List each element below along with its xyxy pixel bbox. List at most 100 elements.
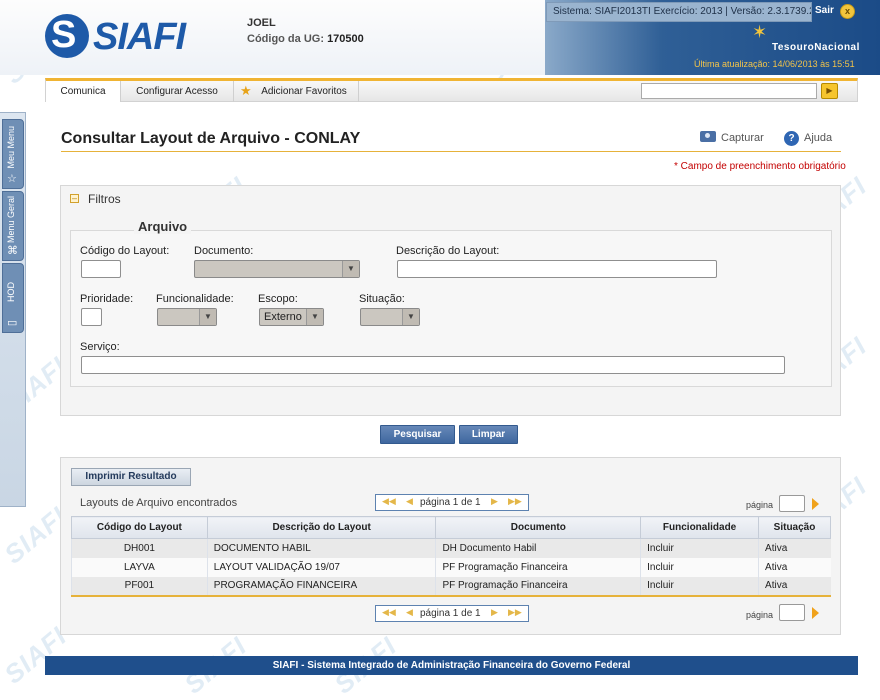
monitor-icon: ▭ [7,317,18,329]
go-page-icon[interactable] [812,498,819,510]
user-name: JOEL [247,17,276,29]
required-note: * Campo de preenchimento obrigatório [674,161,846,172]
col-header[interactable]: Documento [435,516,642,539]
side-tab-hod[interactable]: HOD ▭ [2,263,24,333]
col-header[interactable]: Situação [758,516,831,539]
codigo-field[interactable] [81,260,121,278]
page-label: página [746,500,774,510]
cell-descricao: PROGRAMAÇÃO FINANCEIRA [206,576,436,597]
cell-funcionalidade: Incluir [640,576,759,597]
menu-search-input[interactable] [641,83,817,99]
logout-icon[interactable]: x [840,4,855,19]
funcionalidade-label: Funcionalidade: [156,293,234,305]
descricao-field[interactable] [397,260,717,278]
table-row[interactable]: PF001 PROGRAMAÇÃO FINANCEIRA PF Programa… [71,576,831,597]
side-tab-meu-menu[interactable]: Meu Menu ☆ [2,119,24,189]
side-tabs: Meu Menu ☆ Menu Geral ⌘ HOD ▭ [0,112,26,507]
page-input[interactable] [779,604,805,621]
first-page-icon[interactable]: ◀◀ [382,607,396,618]
logo-text: SIAFI [93,16,186,58]
prev-page-icon[interactable]: ◀ [406,607,413,618]
chevron-down-icon: ▼ [199,309,216,325]
results-panel: Imprimir Resultado Layouts de Arquivo en… [60,457,841,635]
chevron-down-icon: ▼ [342,261,359,277]
menu-item-configurar-acesso[interactable]: Configurar Acesso [121,81,234,102]
sitemap-icon: ⌘ [7,245,18,257]
cell-documento: PF Programação Financeira [435,557,641,577]
search-button[interactable]: Pesquisar [380,425,455,444]
first-page-icon[interactable]: ◀◀ [382,496,396,507]
cell-codigo: PF001 [71,576,208,597]
side-tab-label: Menu Geral [6,196,16,244]
menu-bar: Comunica Configurar Acesso ★ Adicionar F… [45,78,858,102]
side-tab-menu-geral[interactable]: Menu Geral ⌘ [2,191,24,261]
escopo-label: Escopo: [258,293,298,305]
results-table: Código do Layout Descrição do Layout Doc… [71,516,831,597]
chevron-down-icon: ▼ [306,309,323,325]
logo-s-mark: S [51,14,77,56]
descricao-label: Descrição do Layout: [396,245,500,257]
cell-descricao: LAYOUT VALIDAÇÃO 19/07 [206,557,436,577]
collapse-icon[interactable]: – [70,194,79,203]
prioridade-field[interactable] [81,308,102,326]
star-icon: ★ [240,83,252,98]
pager-text: página 1 de 1 [420,497,481,508]
capture-button[interactable]: Capturar [700,131,764,144]
results-caption: Layouts de Arquivo encontrados [80,497,238,509]
search-go-button[interactable]: ▶ [821,83,838,99]
table-row[interactable]: DH001 DOCUMENTO HABIL DH Documento Habil… [71,538,831,558]
camera-icon [700,131,716,142]
cell-codigo: LAYVA [71,557,208,577]
page-title: Consultar Layout de Arquivo - CONLAY [61,130,361,147]
side-tab-label: HOD [6,282,16,302]
tesouro-star-icon: ✶ [752,22,768,42]
documento-label: Documento: [194,245,254,257]
escopo-value: Externo [264,311,302,323]
menu-item-label: Adicionar Favoritos [261,86,347,97]
prioridade-label: Prioridade: [80,293,134,305]
menu-item-adicionar-favoritos[interactable]: ★ Adicionar Favoritos [234,81,359,102]
filters-header[interactable]: – Filtros [61,186,840,212]
prev-page-icon[interactable]: ◀ [406,496,413,507]
help-label: Ajuda [804,132,833,144]
situacao-select[interactable]: ▼ [360,308,420,326]
col-header[interactable]: Funcionalidade [640,516,760,539]
escopo-select[interactable]: Externo ▼ [259,308,324,326]
footer: SIAFI - Sistema Integrado de Administraç… [45,656,858,675]
menu-item-comunica[interactable]: Comunica [46,81,121,102]
tesouro-brand: TesouroNacional [772,42,860,53]
siafi-logo: S SIAFI [45,14,190,62]
last-page-icon[interactable]: ▶▶ [508,607,522,618]
col-header[interactable]: Código do Layout [71,516,208,539]
title-divider [61,151,841,152]
col-header[interactable]: Descrição do Layout [206,516,437,539]
filters-panel: – Filtros Código do Layout: Documento: ▼… [60,185,841,416]
last-page-icon[interactable]: ▶▶ [508,496,522,507]
help-button[interactable]: ? Ajuda [784,131,832,146]
cell-situacao: Ativa [758,538,831,558]
cell-codigo: DH001 [71,538,208,558]
table-row[interactable]: LAYVA LAYOUT VALIDAÇÃO 19/07 PF Programa… [71,557,831,577]
funcionalidade-select[interactable]: ▼ [157,308,217,326]
table-header-row: Código do Layout Descrição do Layout Doc… [71,516,831,539]
print-results-button[interactable]: Imprimir Resultado [71,468,191,486]
help-icon: ? [784,131,799,146]
documento-select[interactable]: ▼ [194,260,360,278]
header: S SIAFI JOEL Código da UG: 170500 Sistem… [0,0,880,75]
servico-field[interactable] [81,356,785,374]
page-input[interactable] [779,495,805,512]
codigo-label: Código do Layout: [80,245,170,257]
ug-info: Código da UG: 170500 [247,33,364,45]
clear-button[interactable]: Limpar [459,425,518,444]
cell-documento: DH Documento Habil [435,538,641,558]
next-page-icon[interactable]: ▶ [491,607,498,618]
cell-situacao: Ativa [758,576,831,597]
logout-link[interactable]: Sair [815,5,834,16]
system-info: Sistema: SIAFI2013TI Exercício: 2013 | V… [546,2,812,22]
arquivo-fieldset: Código do Layout: Documento: ▼ Descrição… [70,230,832,387]
go-page-icon[interactable] [812,607,819,619]
page-label: página [746,610,774,620]
next-page-icon[interactable]: ▶ [491,496,498,507]
servico-label: Serviço: [80,341,120,353]
pager-top: ◀◀ ◀ página 1 de 1 ▶ ▶▶ [375,494,529,511]
